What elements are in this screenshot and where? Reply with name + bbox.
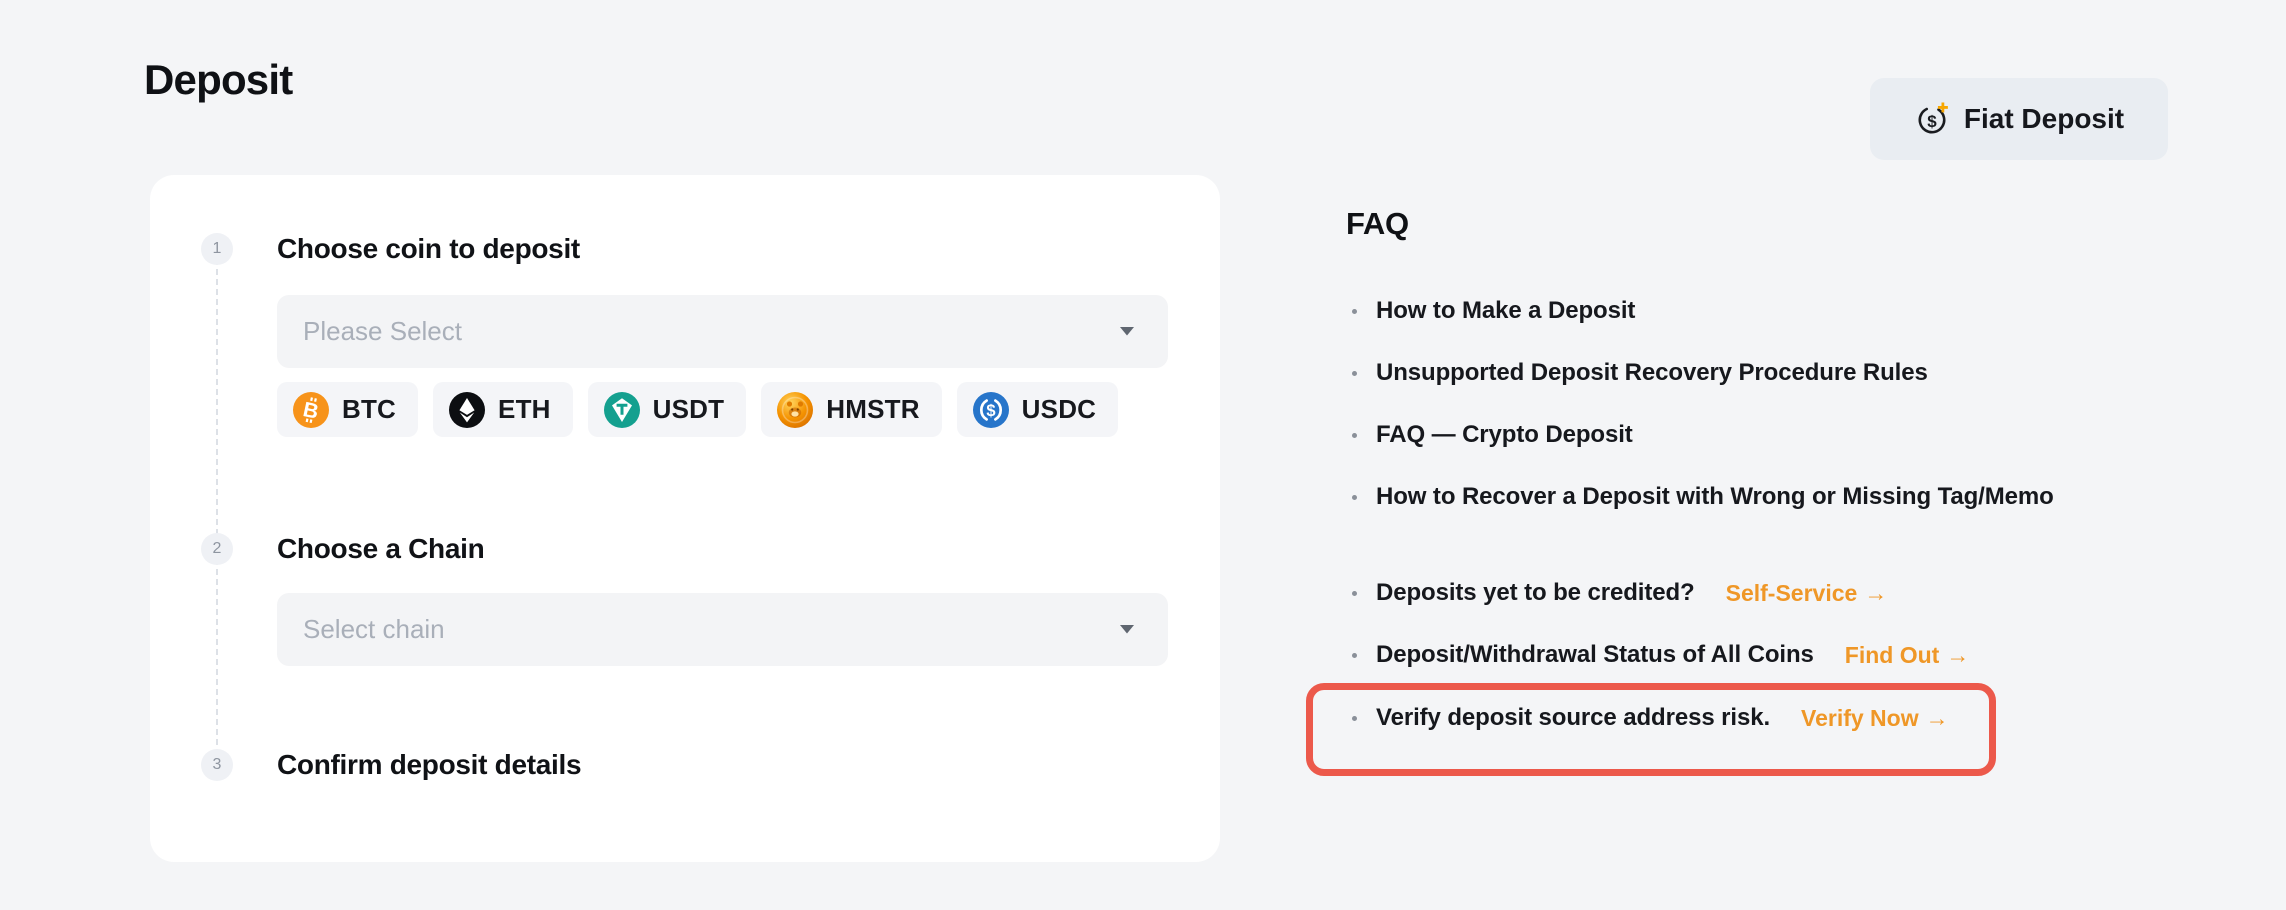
usdt-icon <box>604 392 640 428</box>
chevron-down-icon <box>1120 327 1134 336</box>
faq-item-label: Unsupported Deposit Recovery Procedure R… <box>1376 359 1928 387</box>
bullet-dot <box>1352 371 1357 376</box>
verify-now-link[interactable]: Verify Now → <box>1801 705 1949 732</box>
step-2-badge: 2 <box>201 533 233 565</box>
faq-action-text: Verify deposit source address risk. <box>1376 704 1770 732</box>
coin-chip-label: BTC <box>342 394 396 425</box>
faq-action-deposits-not-credited: Deposits yet to be credited? Self-Servic… <box>1352 578 1887 608</box>
coin-chip-hmstr[interactable]: HMSTR <box>761 382 941 437</box>
faq-heading: FAQ <box>1346 206 1409 242</box>
faq-action-text: Deposits yet to be credited? <box>1376 579 1695 607</box>
coin-select-dropdown[interactable]: Please Select <box>277 295 1168 368</box>
fiat-deposit-label: Fiat Deposit <box>1964 103 2124 135</box>
faq-link-recover-wrong-tag-memo[interactable]: How to Recover a Deposit with Wrong or M… <box>1352 482 2054 512</box>
svg-text:$: $ <box>1927 112 1937 131</box>
hmstr-icon <box>777 392 813 428</box>
link-label: Verify Now <box>1801 705 1919 732</box>
bullet-dot <box>1352 591 1357 596</box>
coin-chip-usdc[interactable]: $ USDC <box>957 382 1118 437</box>
self-service-link[interactable]: Self-Service → <box>1726 580 1888 607</box>
bullet-dot <box>1352 653 1357 658</box>
faq-link-crypto-deposit-faq[interactable]: FAQ — Crypto Deposit <box>1352 420 1633 450</box>
bullet-dot <box>1352 309 1357 314</box>
step-1-badge: 1 <box>201 233 233 265</box>
chevron-down-icon <box>1120 625 1134 634</box>
deposit-steps-card: 1 Choose coin to deposit Please Select B… <box>150 175 1220 862</box>
btc-icon: B <box>293 392 329 428</box>
bullet-dot <box>1352 495 1357 500</box>
arrow-right-icon: → <box>1864 580 1887 607</box>
coin-chip-label: ETH <box>498 394 551 425</box>
step-3-title: Confirm deposit details <box>277 746 581 784</box>
chain-select-placeholder: Select chain <box>303 614 1120 645</box>
coin-chip-label: USDT <box>653 394 725 425</box>
faq-item-label: How to Make a Deposit <box>1376 297 1635 325</box>
fiat-dollar-icon: $ <box>1914 101 1950 137</box>
step-2-title: Choose a Chain <box>277 530 484 568</box>
step-3-badge: 3 <box>201 749 233 781</box>
coin-chip-eth[interactable]: ETH <box>433 382 573 437</box>
coin-chip-label: HMSTR <box>826 394 919 425</box>
coin-chip-btc[interactable]: B BTC <box>277 382 418 437</box>
faq-action-text: Deposit/Withdrawal Status of All Coins <box>1376 641 1814 669</box>
link-label: Find Out <box>1845 642 1940 669</box>
arrow-right-icon: → <box>1946 642 1969 669</box>
faq-link-how-to-make-deposit[interactable]: How to Make a Deposit <box>1352 296 1635 326</box>
quick-coin-chips: B BTC ETH USDT <box>277 382 1118 437</box>
arrow-right-icon: → <box>1926 705 1949 732</box>
faq-item-label: How to Recover a Deposit with Wrong or M… <box>1376 483 2054 511</box>
step-connector-line <box>216 259 218 755</box>
svg-text:$: $ <box>986 402 995 420</box>
link-label: Self-Service <box>1726 580 1858 607</box>
coin-chip-label: USDC <box>1022 394 1096 425</box>
faq-link-unsupported-recovery-rules[interactable]: Unsupported Deposit Recovery Procedure R… <box>1352 358 1928 388</box>
coin-chip-usdt[interactable]: USDT <box>588 382 747 437</box>
fiat-deposit-button[interactable]: $ Fiat Deposit <box>1870 78 2168 160</box>
find-out-link[interactable]: Find Out → <box>1845 642 1970 669</box>
faq-action-deposit-withdrawal-status: Deposit/Withdrawal Status of All Coins F… <box>1352 640 1969 670</box>
page-title: Deposit <box>144 56 292 104</box>
coin-select-placeholder: Please Select <box>303 316 1120 347</box>
step-1-title: Choose coin to deposit <box>277 230 580 268</box>
usdc-icon: $ <box>973 392 1009 428</box>
chain-select-dropdown[interactable]: Select chain <box>277 593 1168 666</box>
faq-action-verify-source-address: Verify deposit source address risk. Veri… <box>1352 703 1949 733</box>
faq-item-label: FAQ — Crypto Deposit <box>1376 421 1633 449</box>
bullet-dot <box>1352 433 1357 438</box>
eth-icon <box>449 392 485 428</box>
bullet-dot <box>1352 716 1357 721</box>
